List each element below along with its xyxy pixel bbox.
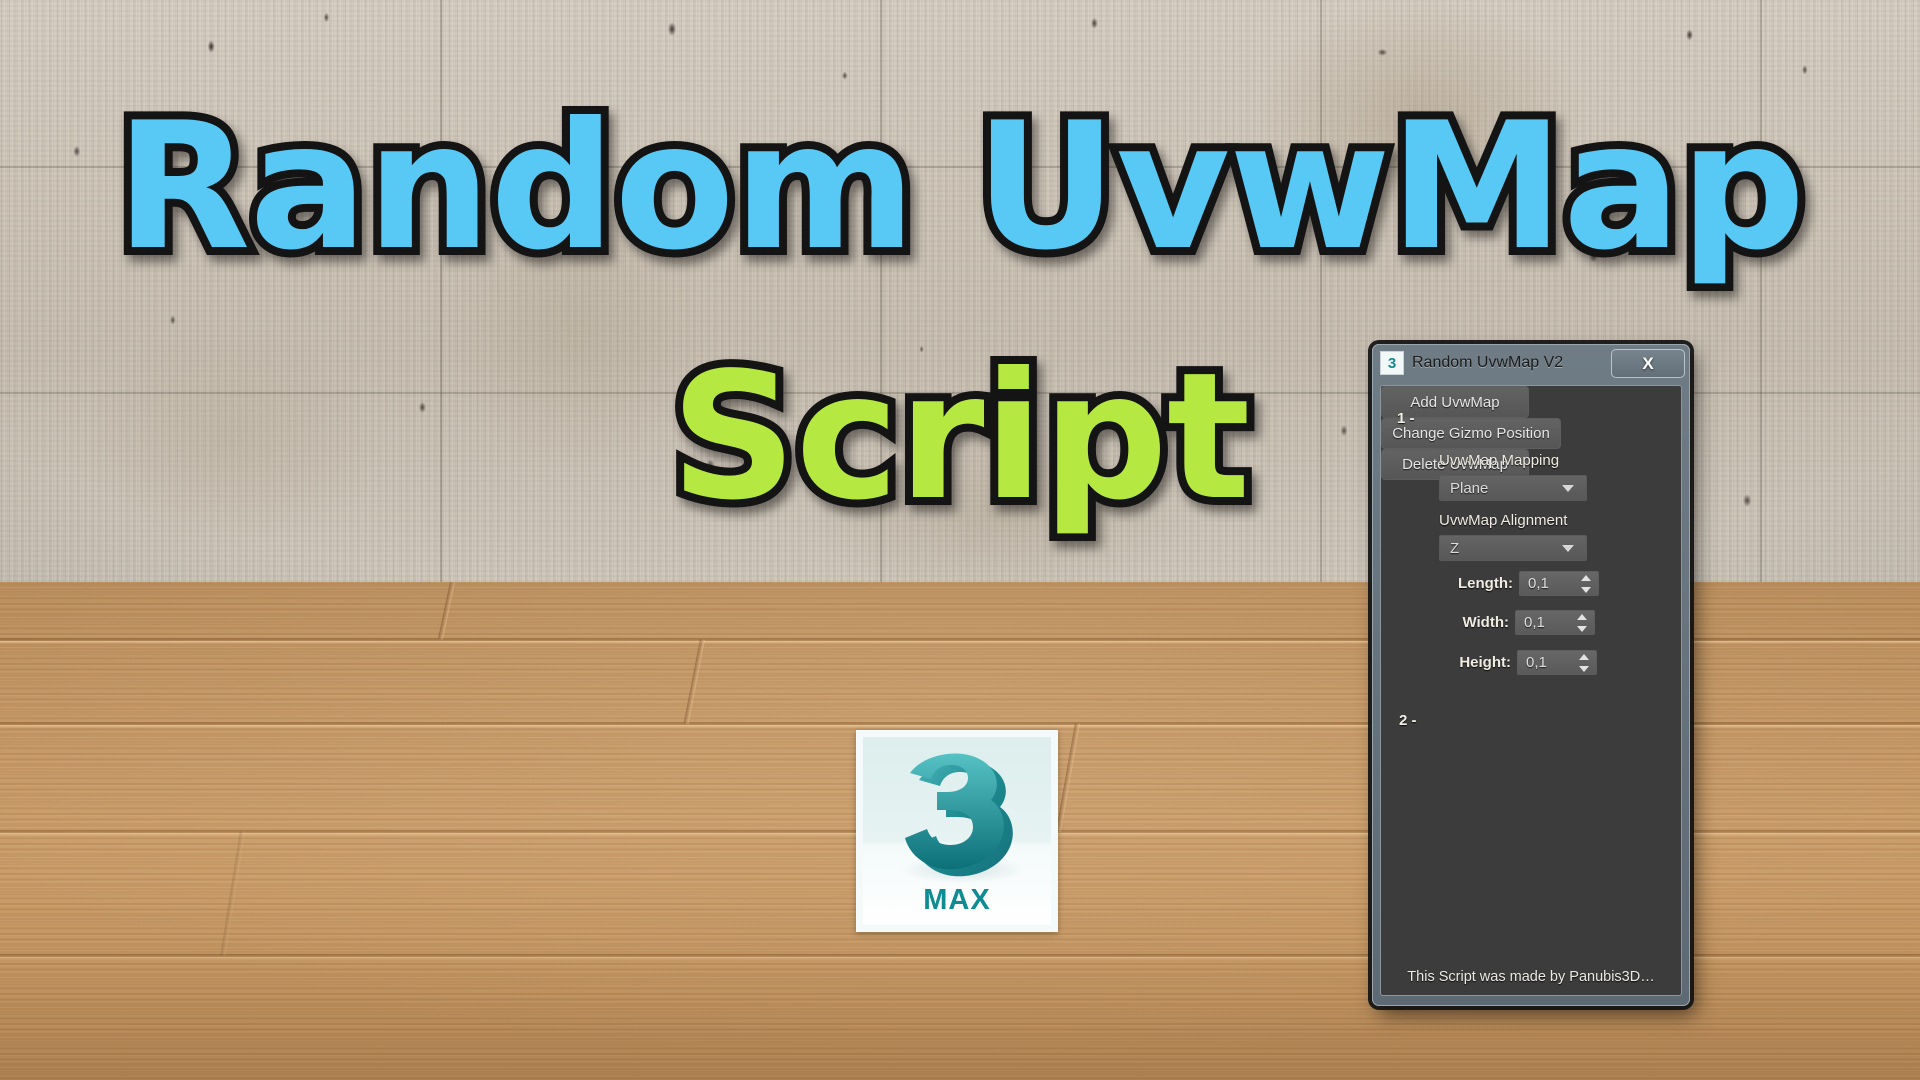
spinner-arrows-icon[interactable] [1581,574,1591,593]
screenshot-stage: Random UvwMap Script MAX 3 Random UvwMap… [0,0,1920,1080]
spinner-up-icon[interactable] [1581,574,1591,581]
height-value: 0,1 [1526,654,1547,671]
length-stepper[interactable]: 0,1 [1519,571,1599,596]
max-logo-plate: MAX [863,737,1051,925]
spinner-up-icon[interactable] [1577,613,1587,620]
step-1-number: 1 - [1397,410,1415,427]
width-stepper[interactable]: 0,1 [1515,610,1595,635]
uvwmap-mapping-select[interactable]: Plane [1439,475,1587,501]
step-2-label: 2 - [1399,712,1417,729]
uvwmap-mapping-label: UvwMap Mapping [1439,452,1560,469]
step-1-label: 1 - [1397,410,1415,427]
dialog-title: Random UvwMap V2 [1412,354,1564,371]
close-icon[interactable]: X [1611,349,1685,378]
chevron-down-icon [1562,545,1574,552]
max-logo-label: MAX [923,884,991,916]
uvwmap-alignment-select[interactable]: Z [1439,535,1587,561]
spinner-arrows-icon[interactable] [1579,653,1589,672]
autodesk-3ds-max-logo: MAX [856,730,1058,932]
width-label: Width: [1462,614,1509,631]
random-uvwmap-dialog[interactable]: 3 Random UvwMap V2 X 1 - Add UvwMap UvwM… [1372,344,1690,1006]
page-title-line-1: Random UvwMap [0,86,1920,289]
width-value: 0,1 [1524,614,1545,631]
credits-text: This Script was made by Panubis3D… [1407,969,1655,985]
dialog-title-bar[interactable]: 3 Random UvwMap V2 X [1373,345,1689,381]
height-stepper[interactable]: 0,1 [1517,650,1597,675]
uvwmap-alignment-label: UvwMap Alignment [1439,512,1568,529]
height-label: Height: [1459,654,1511,671]
length-value: 0,1 [1528,575,1549,592]
uvwmap-mapping-value: Plane [1450,479,1489,497]
page-title-line-2-text: Script [663,336,1259,539]
chevron-down-icon [1562,485,1574,492]
spinner-arrows-icon[interactable] [1577,613,1587,632]
step-2-number: 2 - [1399,712,1417,729]
spinner-up-icon[interactable] [1579,653,1589,660]
length-label: Length: [1458,575,1513,592]
page-title-line-1-text: Random UvwMap [108,86,1814,289]
spinner-down-icon[interactable] [1579,665,1589,672]
dialog-body: 1 - Add UvwMap UvwMap Mapping Plane UvwM… [1380,385,1682,996]
spinner-down-icon[interactable] [1581,586,1591,593]
spinner-down-icon[interactable] [1577,625,1587,632]
uvwmap-alignment-value: Z [1450,539,1460,557]
3ds-max-icon: 3 [1380,351,1404,375]
